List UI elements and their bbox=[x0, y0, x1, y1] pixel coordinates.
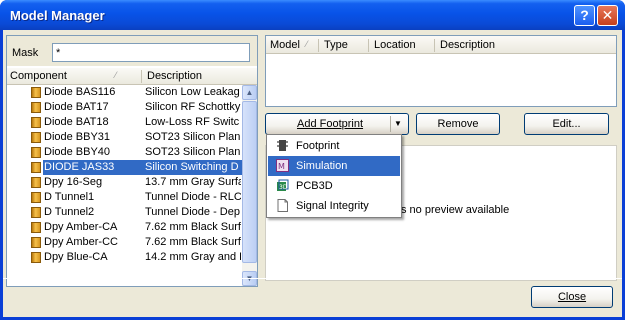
component-panel: Mask Component ⁄ Description Diode BAS11… bbox=[6, 35, 258, 287]
window-title: Model Manager bbox=[10, 8, 105, 23]
close-window-button[interactable]: ✕ bbox=[597, 5, 618, 26]
menu-item-footprint[interactable]: Footprint bbox=[268, 136, 400, 156]
column-component[interactable]: Component bbox=[10, 70, 67, 82]
scroll-up-arrow-icon[interactable]: ▲ bbox=[242, 85, 257, 100]
edit-button[interactable]: Edit... bbox=[524, 113, 609, 135]
close-button[interactable]: Close bbox=[531, 286, 613, 308]
component-icon bbox=[31, 237, 41, 248]
component-icon bbox=[31, 102, 41, 113]
mask-row: Mask bbox=[7, 36, 257, 66]
component-icon bbox=[31, 207, 41, 218]
component-icon bbox=[31, 177, 41, 188]
remove-button[interactable]: Remove bbox=[416, 113, 500, 135]
model-manager-window: Model Manager ? ✕ Mask Component ⁄ Descr… bbox=[0, 0, 625, 320]
footprint-icon bbox=[277, 140, 288, 151]
list-item[interactable]: D Tunnel2 Tunnel Diode - Dep bbox=[7, 205, 242, 220]
column-description[interactable]: Description bbox=[440, 39, 495, 51]
component-icon bbox=[31, 222, 41, 233]
signal-integrity-icon bbox=[277, 199, 288, 212]
list-item[interactable]: Diode BAS116 Silicon Low Leakag bbox=[7, 85, 242, 100]
list-item[interactable]: Dpy Amber-CA 7.62 mm Black Surf bbox=[7, 220, 242, 235]
scrollbar-thumb[interactable] bbox=[242, 101, 257, 263]
list-item[interactable]: Diode BBY40 SOT23 Silicon Plan bbox=[7, 145, 242, 160]
component-icon bbox=[31, 132, 41, 143]
dialog-client: Mask Component ⁄ Description Diode BAS11… bbox=[3, 30, 622, 317]
component-list-header: Component ⁄ Description bbox=[7, 68, 257, 85]
svg-text:M: M bbox=[278, 162, 285, 171]
list-item[interactable]: Diode BAT17 Silicon RF Schottky bbox=[7, 100, 242, 115]
component-icon bbox=[31, 147, 41, 158]
list-item[interactable]: Diode BAT18 Low-Loss RF Switc bbox=[7, 115, 242, 130]
component-list-scrollbar[interactable]: ▲ ▼ bbox=[242, 85, 257, 286]
menu-item-signal-integrity[interactable]: Signal Integrity bbox=[268, 196, 400, 216]
pcb3d-icon: 3D bbox=[277, 179, 289, 191]
mask-input[interactable] bbox=[52, 43, 250, 62]
column-type[interactable]: Type bbox=[324, 39, 348, 51]
simulation-icon: M bbox=[276, 159, 289, 172]
component-icon bbox=[31, 252, 41, 263]
list-item[interactable]: D Tunnel1 Tunnel Diode - RLC bbox=[7, 190, 242, 205]
list-item-selected[interactable]: DIODE JAS33 Silicon Switching D bbox=[7, 160, 242, 175]
list-item[interactable]: Dpy Amber-CC 7.62 mm Black Surf bbox=[7, 235, 242, 250]
model-list-header: Model ⁄ Type Location Description bbox=[266, 36, 616, 54]
column-description[interactable]: Description bbox=[147, 70, 202, 82]
component-icon bbox=[31, 162, 41, 173]
model-list: Model ⁄ Type Location Description bbox=[265, 35, 617, 107]
column-location[interactable]: Location bbox=[374, 39, 416, 51]
title-bar[interactable]: Model Manager ? ✕ bbox=[0, 0, 625, 30]
list-item[interactable]: Dpy 16-Seg 13.7 mm Gray Surfa bbox=[7, 175, 242, 190]
preview-message: s no preview available bbox=[401, 204, 510, 216]
component-icon bbox=[31, 117, 41, 128]
column-model[interactable]: Model bbox=[270, 39, 300, 51]
sort-arrow-icon: ⁄ bbox=[306, 39, 308, 49]
sort-arrow-icon: ⁄ bbox=[115, 70, 117, 80]
list-item[interactable]: Dpy Blue-CA 14.2 mm Gray and R bbox=[7, 250, 242, 265]
svg-text:3D: 3D bbox=[279, 184, 288, 191]
menu-item-simulation[interactable]: M Simulation bbox=[268, 156, 400, 176]
add-model-menu: Footprint M Simulation 3D PCB3D Signal I… bbox=[266, 134, 402, 218]
mask-label: Mask bbox=[12, 47, 39, 59]
list-item[interactable]: Diode BBY31 SOT23 Silicon Plan bbox=[7, 130, 242, 145]
help-button[interactable]: ? bbox=[574, 5, 595, 26]
dropdown-arrow-icon[interactable]: ▼ bbox=[390, 116, 405, 132]
component-icon bbox=[31, 192, 41, 203]
component-list: Diode BAS116 Silicon Low Leakag Diode BAT… bbox=[7, 85, 242, 286]
add-footprint-button[interactable]: Add Footprint ▼ bbox=[265, 113, 409, 135]
menu-item-pcb3d[interactable]: 3D PCB3D bbox=[268, 176, 400, 196]
component-icon bbox=[31, 87, 41, 98]
